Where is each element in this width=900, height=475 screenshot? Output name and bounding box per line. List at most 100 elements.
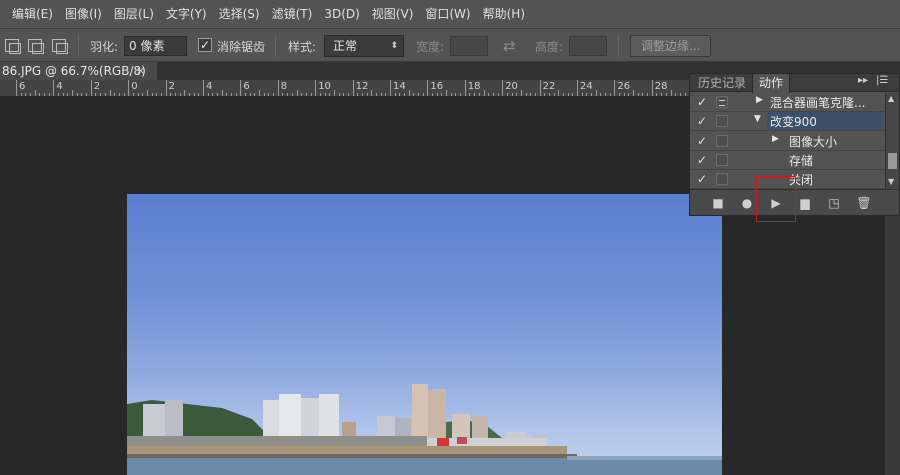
ruler-label: 10 (318, 81, 331, 92)
action-row[interactable]: ✓ ▶ 混合器画笔克隆... (690, 92, 885, 112)
action-row-selected[interactable]: ✓ ▼ 改变900 (690, 111, 885, 131)
dialog-toggle-icon[interactable] (716, 115, 728, 127)
menu-filter[interactable]: 滤镜(T) (266, 0, 319, 28)
panel-menu-icon[interactable]: |☰ (876, 75, 888, 86)
ruler-minor-tick (72, 90, 74, 96)
width-input[interactable] (450, 36, 488, 56)
ruler-major-tick (240, 80, 242, 96)
document-image (127, 194, 722, 475)
menu-layer[interactable]: 图层(L) (108, 0, 160, 28)
action-enabled-check-icon[interactable]: ✓ (697, 172, 707, 186)
ruler-minor-tick (675, 93, 677, 96)
trash-icon[interactable]: 🗑 (856, 196, 872, 210)
menu-help[interactable]: 帮助(H) (477, 0, 531, 28)
ruler-minor-tick (670, 90, 672, 96)
ruler-minor-tick (273, 93, 275, 96)
dialog-toggle-icon[interactable] (716, 154, 728, 166)
dialog-toggle-icon[interactable] (716, 135, 728, 147)
ruler-minor-tick (198, 93, 200, 96)
antialias-checkbox[interactable]: ✓ (198, 38, 212, 52)
ruler-minor-tick (404, 93, 406, 96)
ruler-minor-tick (310, 93, 312, 96)
ruler-minor-tick (296, 90, 298, 96)
style-select[interactable]: 正常 ⬍ (324, 35, 404, 57)
action-step-row[interactable]: ✓ 存储 (690, 150, 885, 170)
action-enabled-check-icon[interactable]: ✓ (697, 153, 707, 167)
scroll-up-icon[interactable]: ▲ (888, 94, 894, 103)
ruler-minor-tick (684, 93, 686, 96)
ruler-major-tick (352, 80, 354, 96)
scroll-thumb[interactable] (888, 153, 897, 169)
expand-arrow-icon[interactable]: ▶ (756, 95, 763, 105)
refine-edge-button[interactable]: 调整边缘... (630, 35, 712, 57)
scroll-down-icon[interactable]: ▼ (888, 177, 894, 186)
document-title: 86.JPG @ 66.7%(RGB/8) (2, 64, 146, 78)
tab-history[interactable]: 历史记录 (692, 74, 752, 92)
menu-type[interactable]: 文字(Y) (160, 0, 213, 28)
action-enabled-check-icon[interactable]: ✓ (697, 134, 707, 148)
expand-arrow-icon[interactable]: ▶ (772, 134, 779, 144)
ruler-minor-tick (418, 93, 420, 96)
style-select-value: 正常 (333, 39, 358, 53)
feather-input[interactable]: 0 像素 (124, 36, 187, 56)
menu-view[interactable]: 视图(V) (366, 0, 420, 28)
dialog-toggle-icon[interactable] (716, 96, 728, 108)
action-step-row[interactable]: ✓ ▶ 图像大小 (690, 131, 885, 151)
ruler-major-tick (577, 80, 578, 96)
ruler-minor-tick (324, 93, 326, 96)
tab-actions[interactable]: 动作 (752, 74, 791, 93)
ruler-minor-tick (263, 93, 265, 96)
ruler-minor-tick (338, 93, 340, 96)
intersect-selection-icon[interactable] (52, 39, 68, 54)
ruler-minor-tick (291, 93, 293, 96)
ruler-minor-tick (137, 93, 139, 96)
options-divider (618, 35, 619, 57)
collapse-arrow-icon[interactable]: ▼ (754, 114, 761, 124)
menu-image[interactable]: 图像(I) (59, 0, 108, 28)
ruler-minor-tick (436, 93, 438, 96)
new-selection-icon[interactable] (5, 39, 21, 54)
ruler-major-tick (90, 80, 92, 96)
ruler-minor-tick (114, 93, 116, 96)
menu-edit[interactable]: 编辑(E) (6, 0, 59, 28)
ruler-major-tick (16, 80, 17, 96)
collapse-panel-icon[interactable]: ▸▸ (858, 75, 868, 86)
menu-3d[interactable]: 3D(D) (318, 0, 365, 28)
ruler-minor-tick (446, 90, 448, 96)
ruler-minor-tick (58, 93, 60, 96)
stop-icon[interactable]: ■ (710, 196, 726, 210)
ruler-label: 4 (206, 81, 213, 92)
add-to-selection-icon[interactable] (28, 39, 44, 54)
new-action-icon[interactable]: ◳ (826, 196, 842, 210)
panel-scrollbar[interactable]: ▲ ▼ (885, 93, 899, 189)
ruler-minor-tick (329, 93, 331, 96)
ruler-minor-tick (609, 93, 611, 96)
dialog-toggle-icon[interactable] (716, 173, 728, 185)
action-enabled-check-icon[interactable]: ✓ (697, 114, 707, 128)
ruler-label: 20 (505, 81, 518, 92)
ruler-minor-tick (399, 93, 401, 96)
feather-label: 羽化: (90, 40, 119, 54)
record-icon[interactable]: ● (739, 196, 755, 210)
ruler-major-tick (53, 80, 55, 96)
ruler-minor-tick (226, 93, 228, 96)
folder-icon[interactable]: ▆ (797, 196, 813, 210)
menu-select[interactable]: 选择(S) (213, 0, 266, 28)
menu-window[interactable]: 窗口(W) (419, 0, 476, 28)
close-icon[interactable]: × (136, 62, 145, 80)
ruler-minor-tick (375, 93, 377, 96)
action-enabled-check-icon[interactable]: ✓ (697, 95, 707, 109)
ruler-minor-tick (156, 93, 158, 96)
ruler-label: 22 (542, 81, 556, 92)
action-step-label: 图像大小 (789, 135, 838, 149)
city-skyline-image (127, 384, 722, 475)
ruler-label: 18 (467, 81, 481, 92)
height-input[interactable] (569, 36, 607, 56)
menu-bar: 编辑(E) 图像(I) 图层(L) 文字(Y) 选择(S) 滤镜(T) 3D(D… (0, 0, 900, 28)
ruler-minor-tick (254, 93, 256, 96)
ruler-minor-tick (268, 93, 270, 96)
swap-icon[interactable]: ⇄ (503, 37, 516, 55)
action-label: 混合器画笔克隆... (770, 96, 866, 110)
document-tab[interactable]: 86.JPG @ 66.7%(RGB/8) × (0, 62, 157, 80)
ruler-label: 28 (654, 81, 668, 92)
